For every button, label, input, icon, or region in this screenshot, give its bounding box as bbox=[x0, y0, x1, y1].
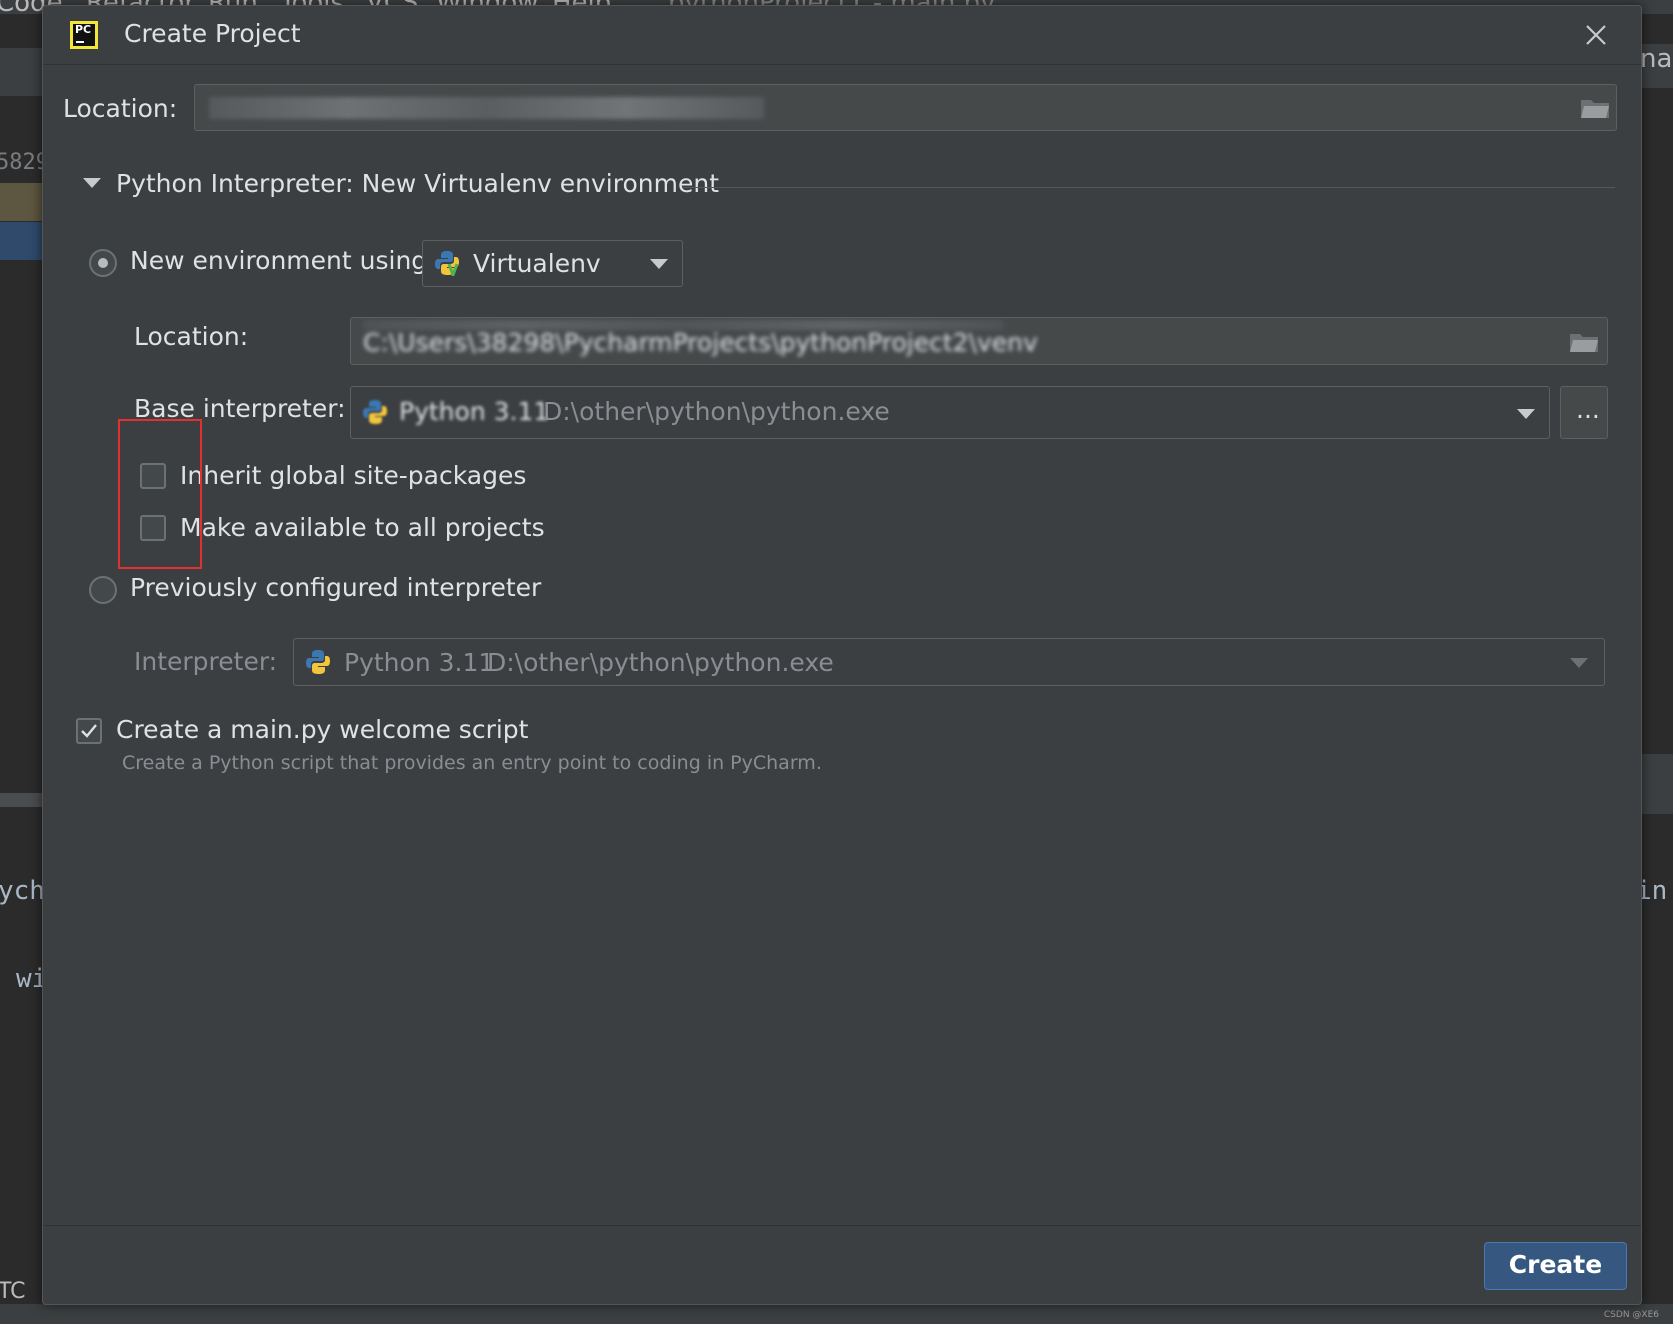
location-label: Location: bbox=[63, 94, 178, 123]
previous-interpreter-label[interactable]: Previously configured interpreter bbox=[130, 573, 541, 602]
welcome-script-hint: Create a Python script that provides an … bbox=[122, 752, 822, 774]
folder-icon[interactable] bbox=[1580, 97, 1610, 119]
previous-interpreter-radio[interactable] bbox=[89, 576, 117, 604]
close-icon[interactable] bbox=[1581, 20, 1611, 50]
collapse-triangle-icon[interactable] bbox=[77, 169, 107, 199]
base-interpreter-name: Python 3.11 bbox=[399, 397, 550, 426]
redacted-path bbox=[209, 97, 764, 119]
ide-editor-text: ych bbox=[0, 876, 45, 906]
chevron-down-icon bbox=[650, 259, 668, 269]
environment-tool-value: Virtualenv bbox=[473, 249, 601, 278]
ide-right-panel: nain in. bbox=[1636, 14, 1673, 1324]
chevron-down-icon bbox=[1570, 658, 1588, 668]
interpreter-name: Python 3.11 bbox=[344, 648, 495, 677]
project-location-field[interactable] bbox=[194, 84, 1617, 131]
welcome-script-label[interactable]: Create a main.py welcome script bbox=[116, 715, 528, 744]
inherit-site-packages-label[interactable]: Inherit global site-packages bbox=[180, 461, 526, 490]
welcome-script-checkbox[interactable] bbox=[76, 718, 102, 744]
dialog-titlebar: PC Create Project bbox=[43, 6, 1641, 65]
watermark: CSDN @XE6 bbox=[1603, 1310, 1659, 1320]
footer-divider bbox=[43, 1225, 1641, 1226]
pycharm-logo-icon: PC bbox=[70, 21, 98, 49]
highlight-annotation-box bbox=[118, 419, 202, 569]
interpreter-dropdown[interactable]: Python 3.11 D:\other\python\python.exe bbox=[293, 638, 1605, 686]
python-icon bbox=[363, 400, 387, 424]
create-button[interactable]: Create bbox=[1484, 1242, 1627, 1290]
venv-location-label: Location: bbox=[134, 322, 249, 351]
chevron-down-icon bbox=[1517, 409, 1535, 419]
environment-tool-dropdown[interactable]: Virtualenv bbox=[422, 240, 683, 287]
interpreter-path: D:\other\python\python.exe bbox=[487, 648, 834, 677]
section-divider bbox=[683, 187, 1615, 188]
browse-interpreter-button[interactable]: ... bbox=[1560, 386, 1608, 439]
ide-left-panel: 5829 ych wi TC bbox=[0, 14, 49, 1324]
ide-bottom-tab[interactable]: TC bbox=[0, 1279, 26, 1304]
virtualenv-icon bbox=[435, 251, 459, 276]
venv-location-value: C:\Users\38298\PycharmProjects\pythonPro… bbox=[363, 328, 1038, 357]
venv-location-field[interactable]: C:\Users\38298\PycharmProjects\pythonPro… bbox=[350, 317, 1608, 365]
make-available-label[interactable]: Make available to all projects bbox=[180, 513, 545, 542]
new-environment-label[interactable]: New environment using bbox=[130, 246, 427, 275]
interpreter-section-title[interactable]: Python Interpreter: New Virtualenv envir… bbox=[116, 169, 719, 198]
folder-icon[interactable] bbox=[1569, 331, 1599, 353]
python-icon bbox=[306, 650, 330, 674]
base-interpreter-dropdown[interactable]: Python 3.11 D:\other\python\python.exe bbox=[350, 386, 1550, 439]
interpreter-label: Interpreter: bbox=[134, 647, 278, 676]
ide-right-tab[interactable]: nain bbox=[1640, 44, 1673, 74]
ide-statusbar bbox=[0, 1304, 1673, 1324]
create-project-dialog: PC Create Project Location: Python Inter… bbox=[42, 5, 1642, 1305]
base-interpreter-path: D:\other\python\python.exe bbox=[543, 397, 890, 426]
dialog-title: Create Project bbox=[124, 19, 301, 48]
new-environment-radio[interactable] bbox=[89, 249, 117, 277]
checkmark-icon bbox=[81, 724, 97, 738]
browse-ellipsis: ... bbox=[1576, 395, 1600, 424]
